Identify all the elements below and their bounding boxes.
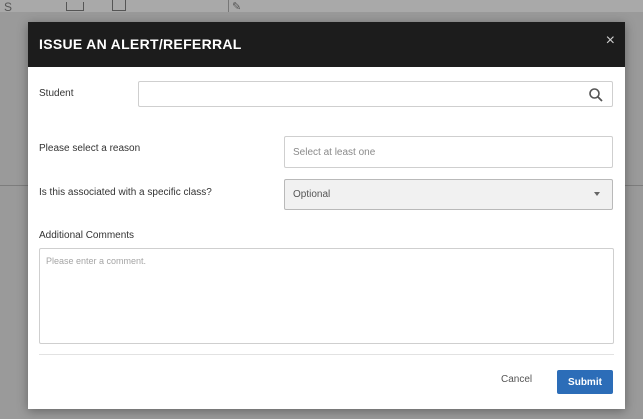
reason-multiselect[interactable]: Select at least one	[284, 136, 613, 168]
modal-title: ISSUE AN ALERT/REFERRAL	[39, 36, 242, 52]
background-divider-left	[0, 185, 28, 186]
chevron-down-icon	[594, 192, 600, 196]
class-label: Is this associated with a specific class…	[39, 187, 212, 198]
background-partial-text: S	[4, 0, 13, 14]
cancel-button[interactable]: Cancel	[501, 374, 532, 385]
modal-header: ISSUE AN ALERT/REFERRAL ×	[28, 22, 625, 67]
submit-button[interactable]: Submit	[557, 370, 613, 394]
comments-placeholder: Please enter a comment.	[46, 256, 147, 266]
comments-textarea[interactable]: Please enter a comment.	[39, 248, 614, 344]
document-icon	[112, 0, 126, 11]
student-search-input[interactable]	[138, 81, 613, 107]
reason-placeholder: Select at least one	[293, 146, 376, 158]
toolbar-separator	[228, 0, 229, 12]
alert-referral-modal: ISSUE AN ALERT/REFERRAL × Student Please…	[28, 22, 625, 409]
search-icon[interactable]	[588, 87, 604, 103]
comments-label: Additional Comments	[39, 230, 135, 241]
pencil-icon: ✎	[232, 1, 242, 13]
mail-icon	[66, 2, 84, 11]
footer-divider	[39, 354, 614, 355]
background-toolbar: S ✎	[0, 0, 643, 14]
reason-label: Please select a reason	[39, 143, 141, 154]
student-label: Student	[39, 88, 74, 99]
class-select[interactable]: Optional	[284, 179, 613, 210]
class-select-value: Optional	[293, 189, 331, 200]
close-icon[interactable]: ×	[606, 32, 615, 50]
